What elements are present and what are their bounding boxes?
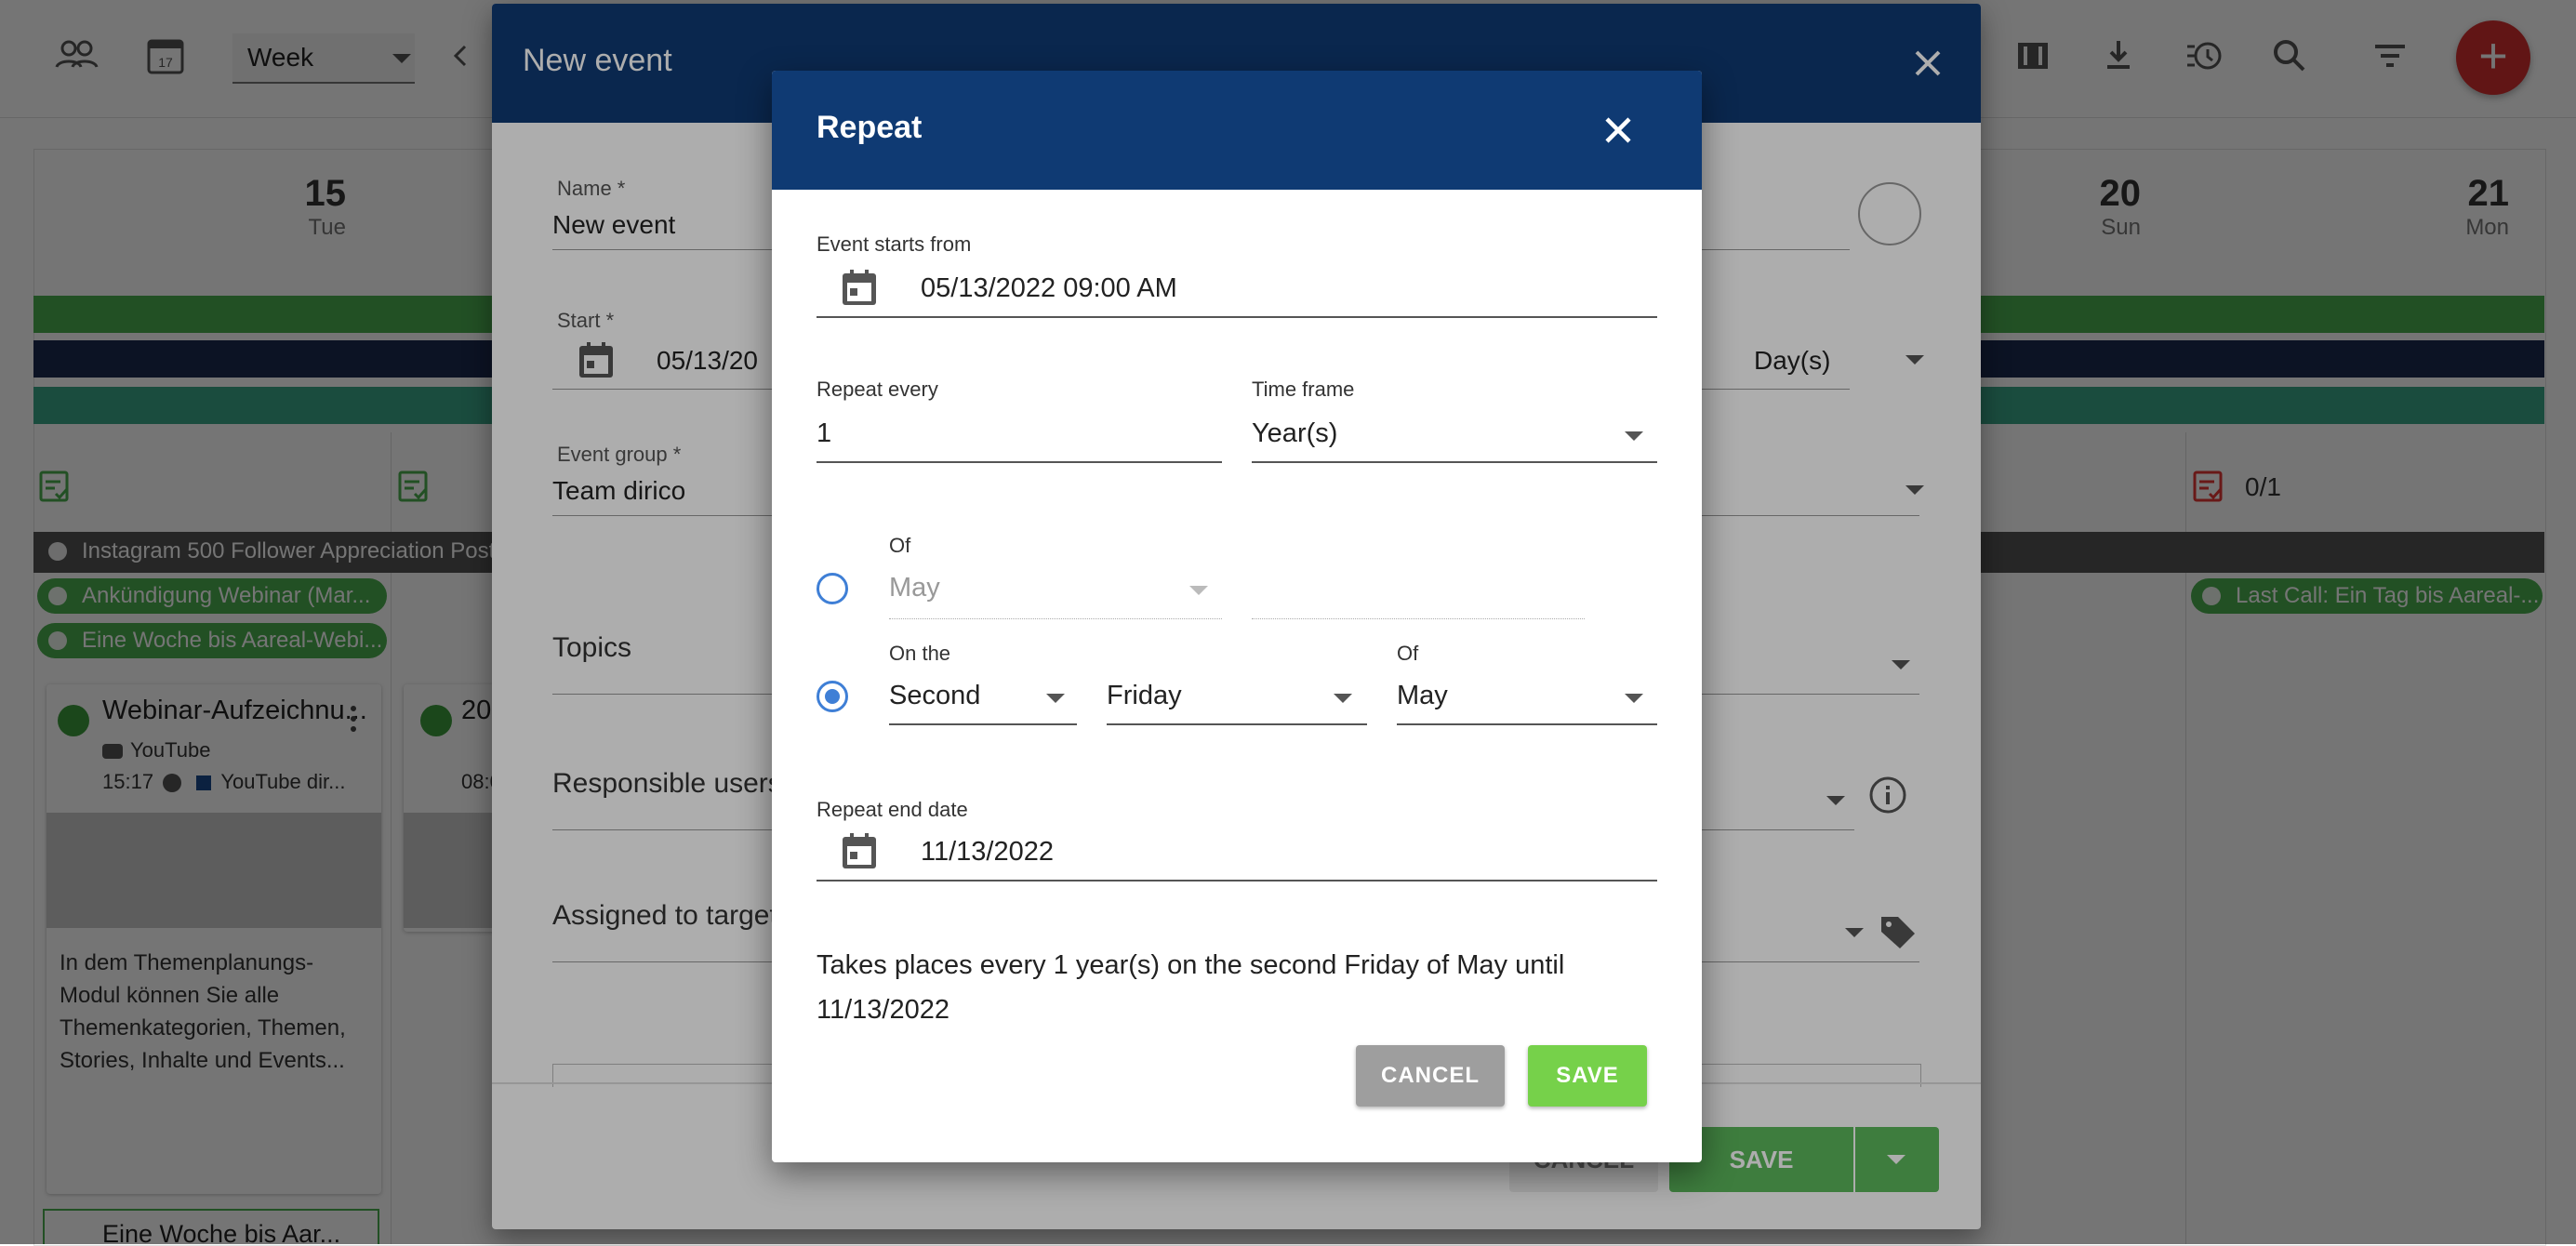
time-frame-label: Time frame [1252, 378, 1355, 401]
ordinal-select[interactable]: Second [889, 681, 980, 711]
on-the-label: On the [889, 642, 951, 665]
dialog-title: Repeat [817, 110, 923, 145]
of-label: Of [889, 534, 911, 557]
end-date-underline [817, 880, 1657, 881]
calendar-icon[interactable] [841, 831, 878, 870]
save-button[interactable]: SAVE [1528, 1045, 1647, 1107]
starts-from-label: Event starts from [817, 232, 972, 256]
chevron-down-icon [1625, 694, 1643, 703]
radio-of-month[interactable] [817, 573, 848, 604]
month-select[interactable]: May [1397, 681, 1448, 711]
repeat-summary: Takes places every 1 year(s) on the seco… [817, 950, 1565, 1025]
of-month-select[interactable]: May [889, 573, 940, 603]
starts-from-input[interactable]: 05/13/2022 09:00 AM [921, 273, 1177, 304]
weekday-underline [1107, 723, 1367, 725]
radio-on-the[interactable] [817, 681, 848, 712]
chevron-down-icon [1334, 694, 1352, 703]
of-label: Of [1397, 642, 1419, 665]
end-date-label: Repeat end date [817, 798, 968, 821]
time-frame-select[interactable]: Year(s) [1252, 418, 1337, 449]
day-input-underline[interactable] [1252, 617, 1585, 619]
cancel-button[interactable]: CANCEL [1356, 1045, 1505, 1107]
repeat-every-underline [817, 461, 1222, 463]
time-frame-underline [1252, 461, 1657, 463]
close-icon[interactable] [1598, 110, 1639, 151]
chevron-down-icon [1189, 586, 1208, 595]
month-underline [1397, 723, 1657, 725]
end-date-input[interactable]: 11/13/2022 [921, 837, 1054, 868]
repeat-every-input[interactable]: 1 [817, 418, 831, 449]
repeat-every-label: Repeat every [817, 378, 938, 401]
calendar-icon[interactable] [841, 268, 878, 307]
chevron-down-icon [1046, 694, 1065, 703]
weekday-select[interactable]: Friday [1107, 681, 1182, 711]
repeat-dialog: Repeat Event starts from 05/13/2022 09:0… [772, 71, 1702, 1162]
of-month-underline [889, 617, 1222, 619]
ordinal-underline [889, 723, 1077, 725]
chevron-down-icon [1625, 431, 1643, 441]
starts-from-underline [817, 316, 1657, 318]
